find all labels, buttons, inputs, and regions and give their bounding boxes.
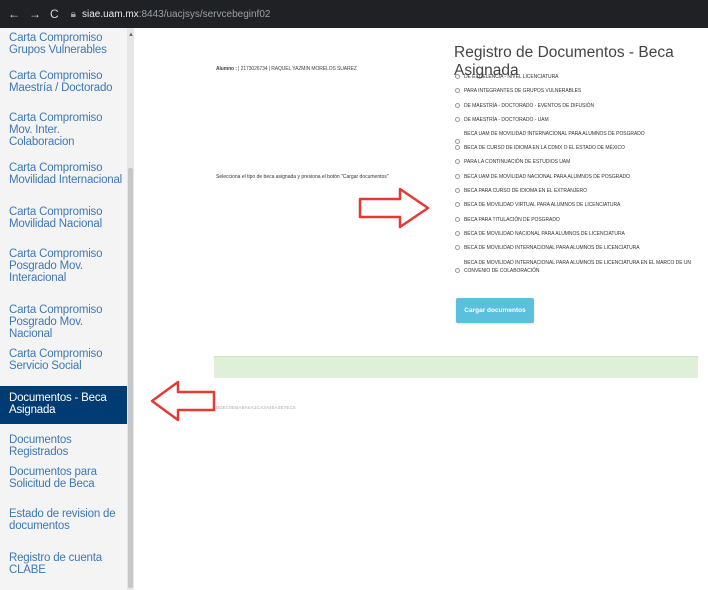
sidebar-item-maestria-doctorado[interactable]: Carta Compromiso Maestría / Doctorado [0,70,127,94]
option-label: Beca de movilidad nacional para alumnos … [464,230,625,237]
option-label: Beca para curso de idioma en el extranje… [464,188,587,195]
option-label: Para la continuación de estudios UAM [464,159,571,166]
radio-icon[interactable] [455,74,460,79]
sidebar-item-movilidad-internacional[interactable]: Carta Compromiso Movilidad Internacional [0,162,127,186]
option-label: Para integrantes de grupos vulnerables [464,88,582,95]
option-label: Beca de movilidad internacional para alu… [464,259,691,274]
annotation-arrow-right-icon [358,187,430,229]
address-bar[interactable]: 🔒︎ siae.uam.mx:8443/uacjsys/servcebeginf… [71,9,271,20]
sidebar: Carta Compromiso Grupos Vulnerables Cart… [0,28,127,590]
option-label: Beca UAM de movilidad internacional para… [464,131,645,138]
student-value: | 2173026734 | RAQUEL YAZMIN MORELOS SUA… [238,66,357,72]
sidebar-item-posgrado-mov-nacional[interactable]: Carta Compromiso Posgrado Mov. Nacional [0,304,127,340]
radio-icon[interactable] [455,173,460,179]
sidebar-item-servicio-social[interactable]: Carta Compromiso Servicio Social [0,348,127,372]
browser-nav: ← → C [8,7,59,21]
success-alert-bar [214,356,698,378]
scholarship-option[interactable]: Beca para titulación de posgrado [455,216,700,224]
sidebar-item-documentos-registrados[interactable]: Documentos Registrados [0,434,127,458]
scrollbar-thumb[interactable] [128,168,133,588]
radio-icon[interactable] [455,159,460,165]
option-label: Beca de curso de idioma en la CDMX o el … [464,145,625,152]
scholarship-options: De excelencia - Nivel Licenciatura Para … [455,73,700,281]
option-label: Beca de movilidad internacional para alu… [464,245,640,252]
url-path: :8443/uacjsys/servcebeginf02 [138,8,271,20]
sidebar-item-grupos-vulnerables[interactable]: Carta Compromiso Grupos Vulnerables [0,32,127,56]
option-label: De maestría - Doctorado - Eventos de dif… [464,102,595,109]
forward-icon[interactable]: → [29,7,41,21]
scholarship-option[interactable]: Para la continuación de estudios UAM [455,158,700,166]
sidebar-item-movilidad-nacional[interactable]: Carta Compromiso Movilidad Nacional [0,206,127,230]
annotation-arrow-left-icon [150,380,216,422]
scholarship-option[interactable]: De maestría - Doctorado - Eventos de dif… [455,102,700,110]
radio-icon[interactable] [455,145,460,151]
radio-icon[interactable] [455,116,460,122]
option-label: Beca de movilidad virtual para alumnos d… [464,202,621,209]
scholarship-option[interactable]: De maestría - Doctorado - UAM [455,116,700,124]
radio-icon[interactable] [455,267,460,273]
scholarship-option[interactable]: De excelencia - Nivel Licenciatura [455,73,700,81]
option-label: De maestría - Doctorado - UAM [464,116,549,123]
sidebar-scrollbar[interactable]: ▲ [127,28,134,590]
scholarship-option[interactable]: Beca de movilidad internacional para alu… [455,244,700,252]
upload-documents-button[interactable]: Cargar documentos [456,298,534,323]
sidebar-item-cuenta-clabe[interactable]: Registro de cuenta CLABE [0,552,127,576]
option-label: Beca UAM de movilidad nacional para alum… [464,173,630,180]
scholarship-option[interactable]: Beca UAM de movilidad internacional para… [455,130,700,145]
lock-icon: 🔒︎ [70,8,76,20]
sidebar-item-estado-revision[interactable]: Estado de revision de documentos [0,508,127,532]
sidebar-item-documentos-beca-asignada[interactable]: Documentos - Beca Asignada [0,386,127,424]
radio-icon[interactable] [455,202,460,208]
radio-icon[interactable] [455,230,460,236]
instruction-text: Selecciona el tipo de beca asignada y pr… [216,174,389,180]
radio-icon[interactable] [455,245,460,251]
scholarship-option[interactable]: Beca de curso de idioma en la CDMX o el … [455,144,700,152]
reload-icon[interactable]: C [50,7,59,21]
scholarship-option[interactable]: Beca de movilidad virtual para alumnos d… [455,201,700,209]
option-label: Beca para titulación de posgrado [464,216,560,223]
scholarship-option[interactable]: Beca UAM de movilidad nacional para alum… [455,173,700,181]
radio-icon[interactable] [455,102,460,108]
browser-toolbar: ← → C 🔒︎ siae.uam.mx:8443/uacjsys/servce… [0,0,708,28]
scholarship-option[interactable]: Beca para curso de idioma en el extranje… [455,187,700,195]
student-label: Alumno : [216,66,237,72]
option-label: De excelencia - Nivel Licenciatura [464,74,559,80]
student-info: Alumno : | 2173026734 | RAQUEL YAZMIN MO… [216,66,357,72]
sidebar-item-posgrado-mov-interacional[interactable]: Carta Compromiso Posgrado Mov. Interacio… [0,248,127,284]
radio-icon[interactable] [455,188,460,194]
radio-icon[interactable] [455,216,460,222]
scroll-up-icon[interactable]: ▲ [128,32,134,38]
sidebar-item-documentos-solicitud-beca[interactable]: Documentos para Solicitud de Beca [0,466,127,490]
back-icon[interactable]: ← [8,7,20,21]
scholarship-option[interactable]: Para integrantes de grupos vulnerables [455,87,700,95]
scholarship-option[interactable]: Beca de movilidad nacional para alumnos … [455,230,700,238]
sidebar-item-mov-inter-colaboracion[interactable]: Carta Compromiso Mov. Inter. Colaboracio… [0,112,127,148]
radio-icon[interactable] [455,88,460,94]
scholarship-option[interactable]: Beca de movilidad internacional para alu… [455,259,700,275]
url-host: siae.uam.mx [82,8,139,20]
footer-code: BDEC8EBABA6A3CA3A45A4E7EC6 [216,405,296,410]
